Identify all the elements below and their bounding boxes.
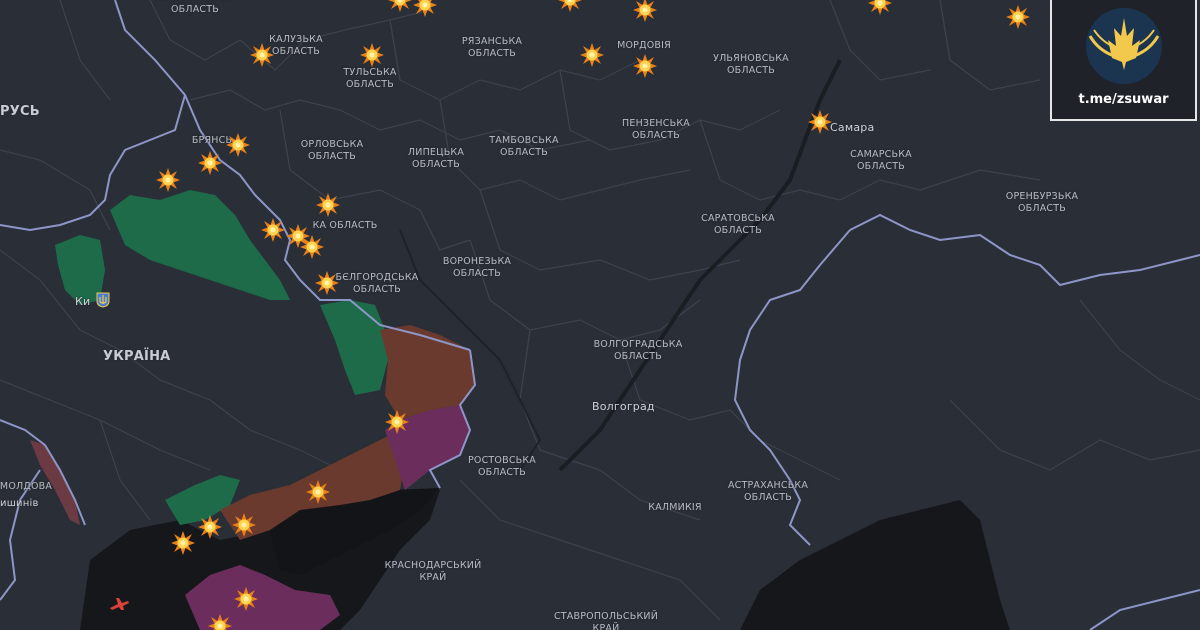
region-label-tula: ТУЛЬСЬКА ОБЛАСТЬ: [343, 67, 397, 90]
region-label-belgorod: БЄЛГОРОДСЬКА ОБЛАСТЬ: [335, 272, 419, 295]
region-label-lipetsk: ЛИПЕЦЬКА ОБЛАСТЬ: [407, 147, 465, 170]
region-label-smolensk: СМОЛЕНСЬКА ОБЛАСТЬ: [160, 0, 231, 15]
country-label-ukraine: УКРАЇНА: [103, 349, 171, 364]
city-label-chisinau: ишинів: [0, 498, 39, 509]
explosion-icon[interactable]: [155, 167, 181, 193]
explosion-icon[interactable]: [299, 234, 325, 260]
explosion-icon[interactable]: [384, 409, 410, 435]
country-label-belarus: РУСЬ: [0, 104, 40, 119]
explosion-icon[interactable]: [387, 0, 413, 13]
explosion-icon[interactable]: [579, 42, 605, 68]
explosion-icon[interactable]: [197, 514, 223, 540]
explosion-icon[interactable]: [197, 150, 223, 176]
explosion-icon[interactable]: [807, 109, 833, 135]
explosion-icon[interactable]: [260, 217, 286, 243]
region-label-orenburg: ОРЕНБУРЗЬКА ОБЛАСТЬ: [1005, 191, 1079, 214]
region-label-stavropol: СТАВРОПОЛЬСЬКИЙ КРАЙ: [553, 611, 659, 630]
explosion-icon[interactable]: [314, 270, 340, 296]
region-label-krasnodar: КРАСНОДАРСЬКИЙ КРАЙ: [384, 560, 482, 583]
region-label-kursk: КА ОБЛАСТЬ: [312, 220, 378, 231]
explosion-icon[interactable]: [170, 530, 196, 556]
region-label-tambov: ТАМБОВСЬКА ОБЛАСТЬ: [489, 135, 559, 158]
explosion-icon[interactable]: [305, 479, 331, 505]
liberated-area-kharkiv: [320, 300, 388, 395]
region-label-ulyanovsk: УЛЬЯНОВСЬКА ОБЛАСТЬ: [713, 53, 789, 76]
explosion-icon[interactable]: [225, 132, 251, 158]
region-label-mordovia: МОРДОВІЯ: [617, 40, 671, 51]
explosion-icon[interactable]: [867, 0, 893, 16]
map-view[interactable]: СМОЛЕНСЬКА ОБЛАСТЬ КАЛУЗЬКА ОБЛАСТЬ ТУЛЬ…: [0, 0, 1200, 630]
region-label-oryol: ОРЛОВСЬКА ОБЛАСТЬ: [300, 139, 364, 162]
channel-handle[interactable]: t.me/zsuwar: [1052, 92, 1195, 107]
region-label-samara: САМАРСЬКА ОБЛАСТЬ: [850, 149, 912, 172]
trident-shield-icon[interactable]: [96, 292, 110, 308]
explosion-icon[interactable]: [1005, 4, 1031, 30]
liberated-area-north: [110, 190, 290, 300]
explosion-icon[interactable]: [359, 42, 385, 68]
region-label-kaluga: КАЛУЗЬКА ОБЛАСТЬ: [269, 34, 323, 57]
aircraft-icon[interactable]: [108, 596, 130, 612]
explosion-icon[interactable]: [249, 42, 275, 68]
explosion-icon[interactable]: [632, 53, 658, 79]
region-label-rostov: РОСТОВСЬКА ОБЛАСТЬ: [467, 455, 537, 478]
city-label-volgograd: Волгоград: [592, 400, 655, 413]
region-label-penza: ПЕНЗЕНСЬКА ОБЛАСТЬ: [622, 118, 690, 141]
caspian-sea: [740, 500, 1010, 630]
region-label-astrakhan: АСТРАХАНСЬКА ОБЛАСТЬ: [727, 480, 809, 503]
brand-watermark[interactable]: t.me/zsuwar: [1050, 0, 1197, 121]
explosion-icon[interactable]: [412, 0, 438, 18]
region-label-saratov: САРАТОВСЬКА ОБЛАСТЬ: [701, 213, 775, 236]
explosion-icon[interactable]: [632, 0, 658, 23]
region-label-voronezh: ВОРОНЕЗЬКА ОБЛАСТЬ: [442, 256, 512, 279]
explosion-icon[interactable]: [233, 586, 259, 612]
explosion-icon[interactable]: [315, 192, 341, 218]
region-label-ryazan: РЯЗАНСЬКА ОБЛАСТЬ: [461, 36, 523, 59]
country-label-moldova: МОЛДОВА: [0, 481, 53, 492]
city-label-samara: Самара: [830, 121, 875, 134]
region-label-kalmykia: КАЛМИКІЯ: [648, 502, 702, 513]
trident-emblem-icon: [1074, 6, 1174, 86]
region-label-volgograd: ВОЛГОГРАДСЬКА ОБЛАСТЬ: [593, 339, 683, 362]
city-label-kyiv: Ки: [75, 295, 91, 308]
explosion-icon[interactable]: [557, 0, 583, 13]
explosion-icon[interactable]: [207, 613, 233, 630]
explosion-icon[interactable]: [231, 512, 257, 538]
